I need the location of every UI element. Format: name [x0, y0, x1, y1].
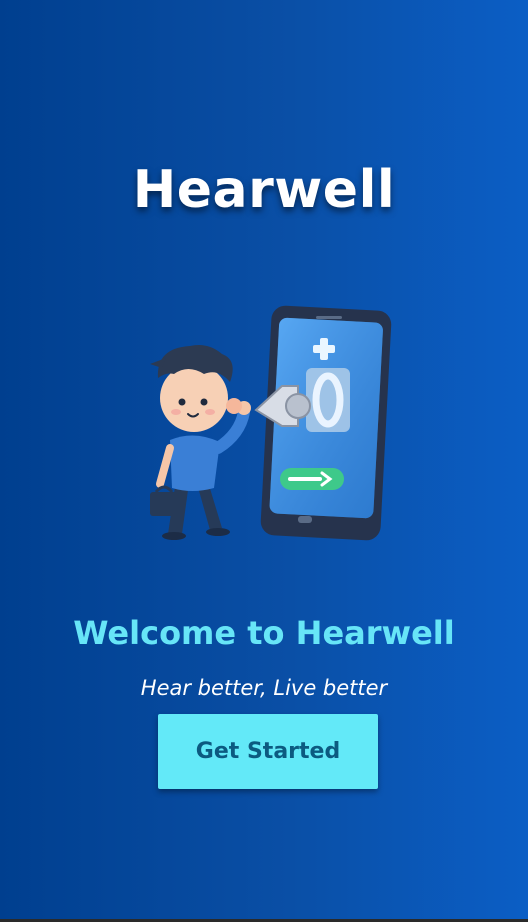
- app-title: Hearwell: [132, 160, 396, 220]
- welcome-heading: Welcome to Hearwell: [73, 614, 455, 652]
- tagline: Hear better, Live better: [140, 676, 388, 700]
- hero-illustration: [150, 305, 392, 541]
- get-started-button[interactable]: Get Started: [158, 714, 378, 789]
- boy-illustration: [150, 345, 251, 540]
